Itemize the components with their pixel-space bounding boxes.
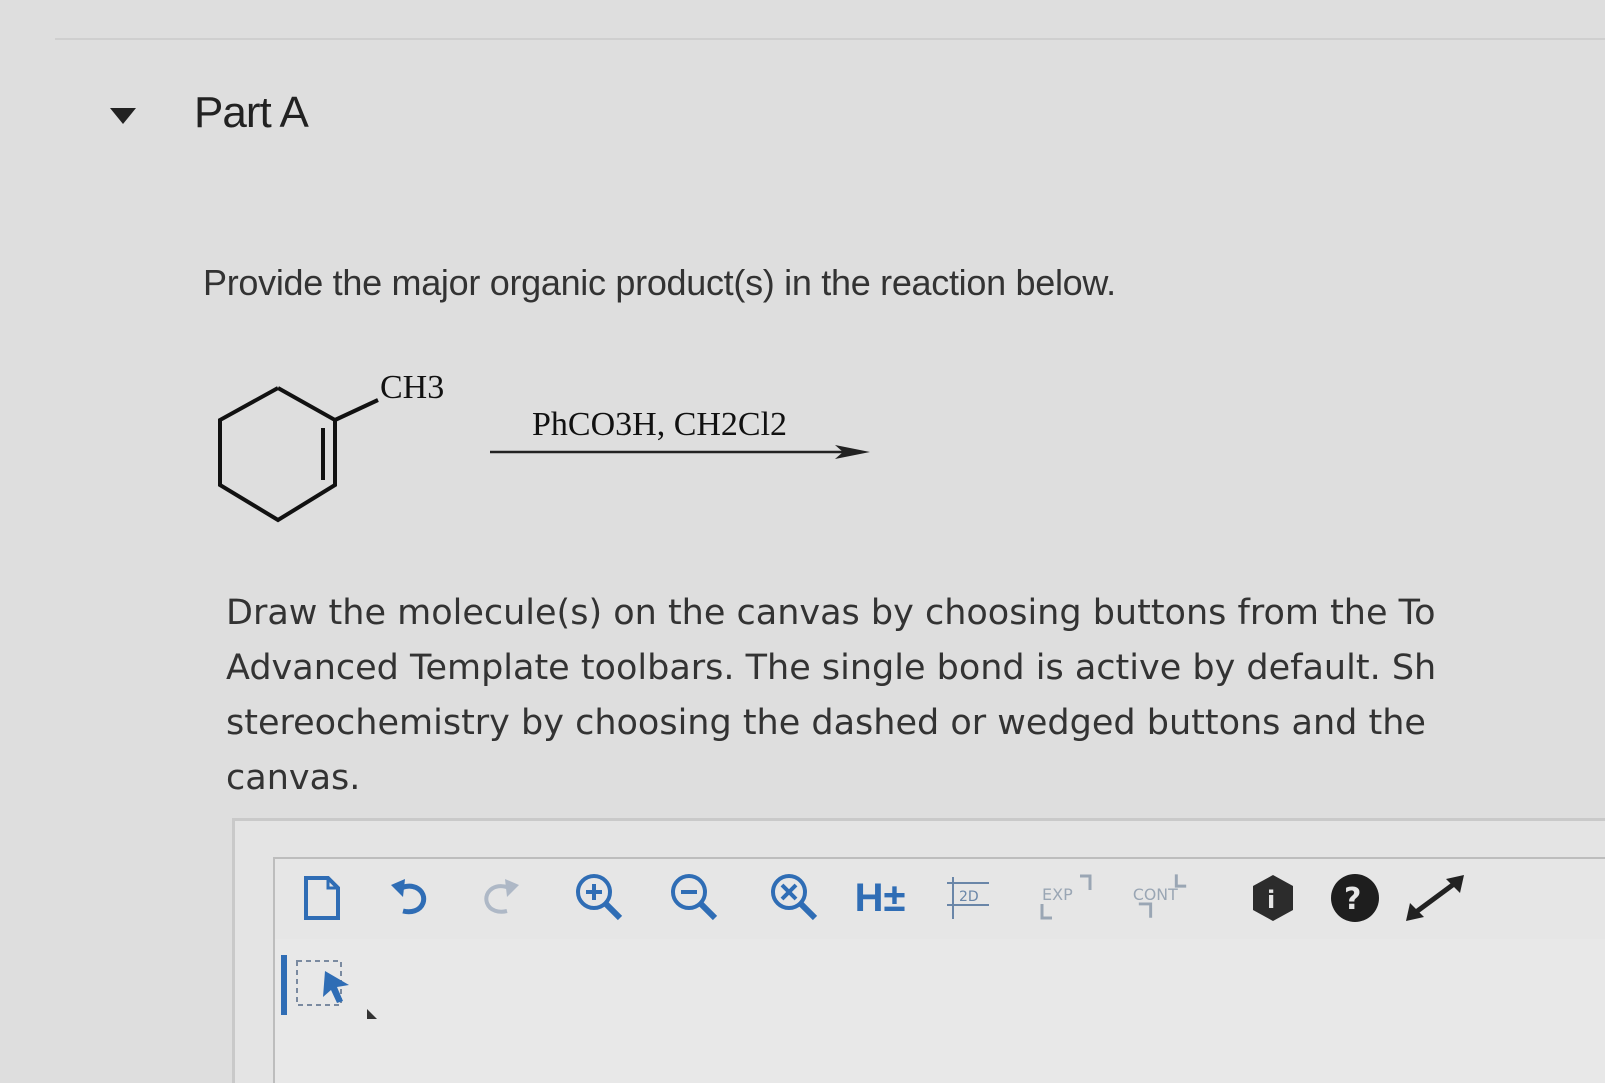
help-button[interactable]: ? (1325, 867, 1385, 929)
undo-button[interactable] (385, 867, 435, 929)
reaction-arrow (490, 445, 870, 459)
zoom-in-icon (576, 874, 623, 921)
substituent-label: CH3 (380, 369, 444, 406)
top-divider (55, 38, 1605, 40)
caret-down-icon[interactable] (110, 108, 136, 124)
methylcyclohexene-structure (218, 386, 379, 523)
info-button[interactable]: i (1245, 867, 1300, 929)
redo-button[interactable] (475, 867, 525, 929)
zoom-in-button[interactable] (570, 867, 630, 929)
zoom-out-icon (671, 874, 718, 921)
redo-icon (484, 879, 519, 914)
info-icon: i (1252, 875, 1293, 921)
instructions-line: Advanced Template toolbars. The single b… (226, 648, 1437, 688)
hydrogen-toggle-icon: H± (854, 875, 906, 920)
zoom-reset-button[interactable] (765, 867, 825, 929)
help-icon: ? (1331, 874, 1379, 922)
instructions-line: Draw the molecule(s) on the canvas by ch… (226, 593, 1436, 633)
left-tool-palette (281, 947, 381, 1027)
part-header[interactable]: Part A (110, 88, 309, 138)
zoom-reset-icon (771, 874, 818, 921)
drawing-canvas[interactable] (273, 939, 1605, 1083)
fullscreen-icon (1406, 875, 1464, 921)
reagents-label: PhCO3H, CH2Cl2 (532, 406, 787, 443)
selection-tool-icon[interactable] (281, 947, 381, 1027)
clean-2d-label: 2D (959, 889, 979, 905)
info-label: i (1267, 886, 1275, 914)
clean-2d-button[interactable]: 2D (940, 867, 995, 929)
instructions-line: canvas. (226, 758, 361, 798)
reaction-scheme: CH3 PhCO3H, CH2Cl2 (210, 360, 910, 550)
part-title: Part A (194, 88, 309, 137)
instructions-text: Draw the molecule(s) on the canvas by ch… (226, 586, 1605, 806)
contract-icon: CONT (1133, 874, 1187, 918)
question-prompt: Provide the major organic product(s) in … (203, 262, 1116, 303)
new-document-button[interactable] (297, 867, 347, 929)
zoom-out-button[interactable] (665, 867, 725, 929)
contract-button[interactable]: CONT (1125, 867, 1200, 929)
clean-2d-icon: 2D (946, 877, 989, 919)
contract-label: CONT (1133, 885, 1178, 904)
expand-button[interactable]: EXP (1030, 867, 1100, 929)
molecule-editor: H± 2D EXP CONT i ? (232, 818, 1605, 1083)
fullscreen-button[interactable] (1400, 867, 1470, 929)
expand-icon: EXP (1040, 874, 1092, 920)
undo-icon (391, 879, 427, 915)
new-document-icon (304, 876, 340, 920)
expand-label: EXP (1042, 885, 1073, 904)
hydrogen-toggle-button[interactable]: H± (850, 867, 910, 929)
help-label: ? (1344, 882, 1361, 917)
editor-toolbar: H± 2D EXP CONT i ? (273, 857, 1605, 941)
instructions-line: stereochemistry by choosing the dashed o… (226, 703, 1426, 743)
